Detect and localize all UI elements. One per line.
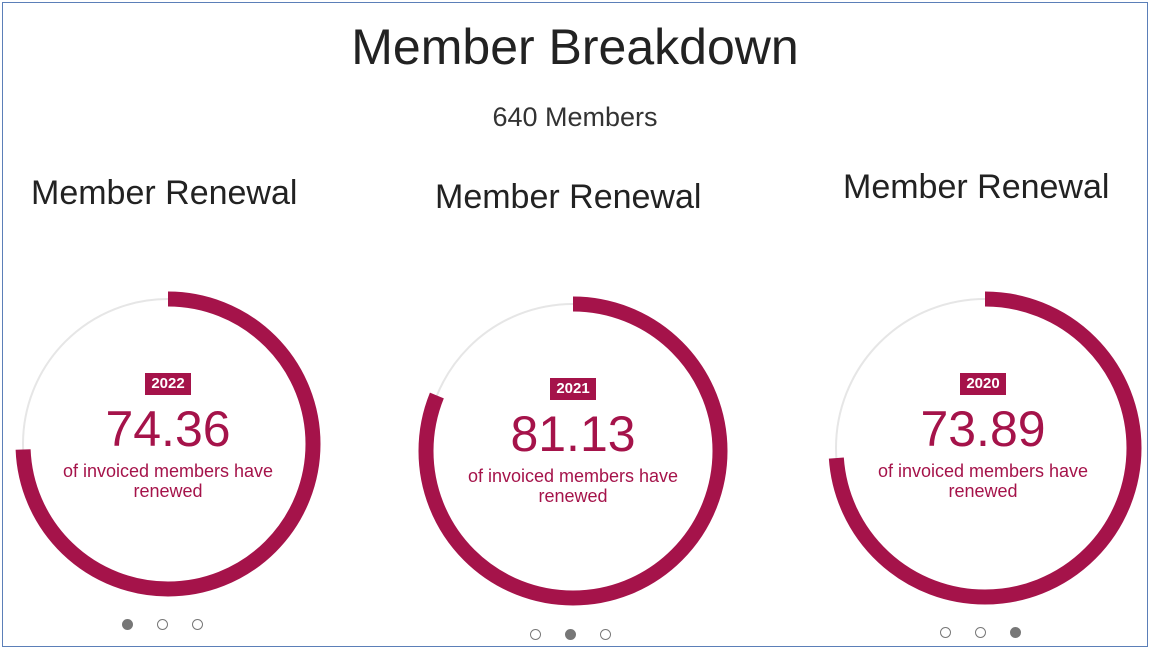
card-title: Member Renewal	[31, 174, 298, 212]
gauge-caption: of invoiced members have renewed	[877, 461, 1089, 501]
carousel-dot[interactable]	[157, 619, 168, 630]
carousel-dot[interactable]	[122, 619, 133, 630]
carousel-dots	[122, 619, 203, 630]
card-title: Member Renewal	[843, 168, 1110, 206]
carousel-dots	[940, 627, 1021, 638]
gauge-caption: of invoiced members have renewed	[467, 466, 679, 506]
renewal-percentage: 73.89	[920, 401, 1046, 457]
card-title: Member Renewal	[435, 178, 702, 216]
member-count: 640 Members	[492, 102, 658, 132]
carousel-dot[interactable]	[940, 627, 951, 638]
carousel-dot[interactable]	[600, 629, 611, 640]
gauge-center: 2022 74.36 of invoiced members have rene…	[48, 373, 288, 501]
dashboard-frame: Member Breakdown 640 Members Member Rene…	[2, 2, 1148, 647]
year-badge: 2021	[550, 378, 596, 400]
year-badge: 2022	[145, 373, 191, 395]
carousel-dot[interactable]	[975, 627, 986, 638]
renewal-percentage: 81.13	[510, 406, 636, 462]
carousel-dot[interactable]	[1010, 627, 1021, 638]
year-badge: 2020	[960, 373, 1006, 395]
gauge-center: 2021 81.13 of invoiced members have rene…	[453, 378, 693, 506]
carousel-dot[interactable]	[530, 629, 541, 640]
gauge-center: 2020 73.89 of invoiced members have rene…	[863, 373, 1103, 501]
page-title: Member Breakdown	[351, 19, 799, 75]
gauge-caption: of invoiced members have renewed	[62, 461, 274, 501]
carousel-dot[interactable]	[565, 629, 576, 640]
carousel-dots	[530, 629, 611, 640]
carousel-dot[interactable]	[192, 619, 203, 630]
renewal-percentage: 74.36	[105, 401, 231, 457]
